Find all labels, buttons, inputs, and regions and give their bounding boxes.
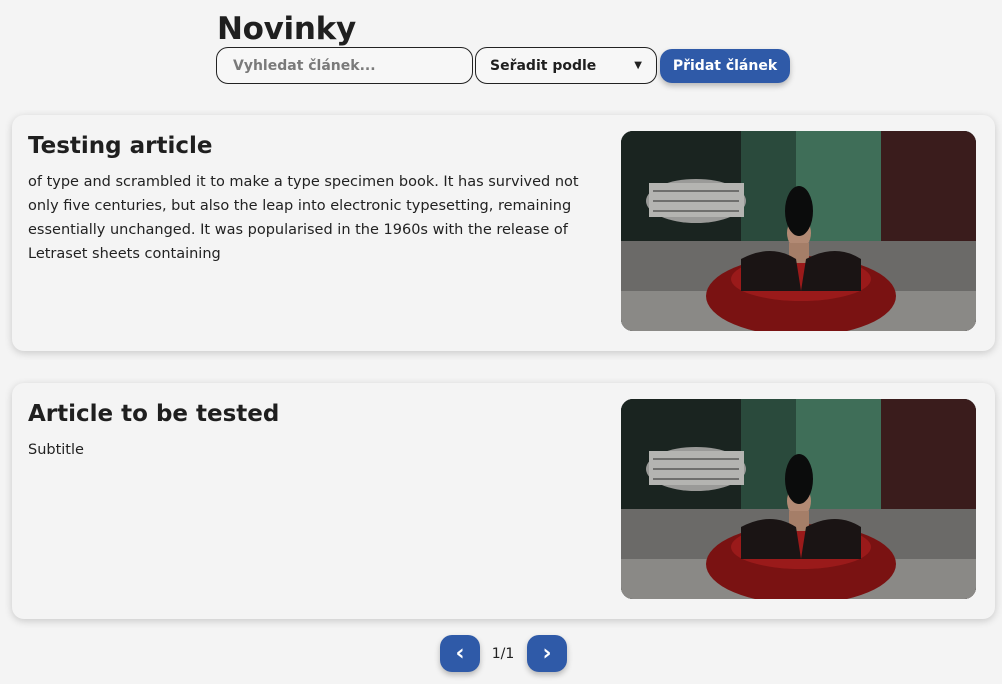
article-title[interactable]: Testing article xyxy=(28,131,598,161)
article-card[interactable]: Article to be tested Subtitle xyxy=(12,383,995,619)
sort-select-label: Seřadit podle xyxy=(490,57,597,74)
article-image[interactable] xyxy=(621,399,976,599)
add-article-button[interactable]: Přidat článek xyxy=(660,49,790,83)
chevron-right-icon: › xyxy=(542,641,552,666)
article-text: Testing article of type and scrambled it… xyxy=(28,131,598,266)
chevron-down-icon: ▼ xyxy=(634,60,642,71)
article-title[interactable]: Article to be tested xyxy=(28,399,598,429)
prev-page-button[interactable]: ‹ xyxy=(440,635,480,672)
article-card[interactable]: Testing article of type and scrambled it… xyxy=(12,115,995,351)
article-body: of type and scrambled it to make a type … xyxy=(28,174,579,262)
article-image[interactable] xyxy=(621,131,976,331)
article-subtitle: Subtitle xyxy=(28,442,84,458)
chevron-left-icon: ‹ xyxy=(455,641,465,666)
header: Novinky xyxy=(217,10,356,48)
page-indicator: 1/1 xyxy=(491,645,515,662)
article-text: Article to be tested Subtitle xyxy=(28,399,598,462)
search-input[interactable] xyxy=(216,47,473,84)
next-page-button[interactable]: › xyxy=(527,635,567,672)
pagination: ‹ 1/1 › xyxy=(440,635,568,672)
page-title: Novinky xyxy=(217,11,356,47)
sort-select[interactable]: Seřadit podle ▼ xyxy=(475,47,657,84)
